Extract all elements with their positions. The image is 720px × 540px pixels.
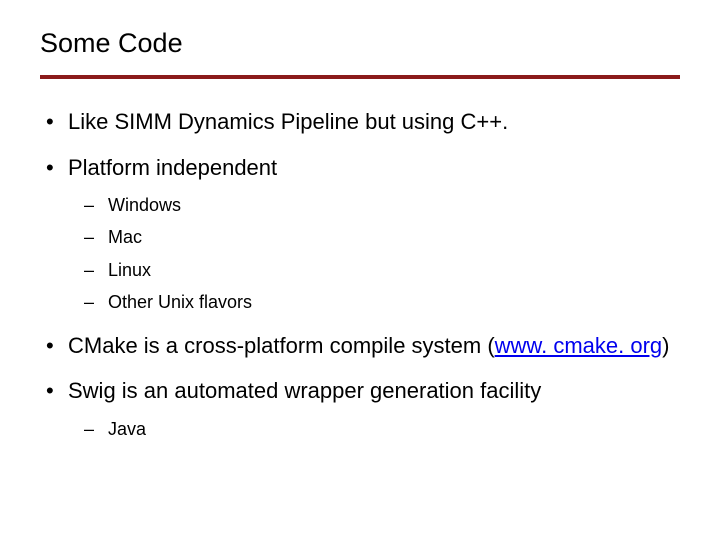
sub-bullet-item: Mac <box>68 224 680 250</box>
bullet-item: Swig is an automated wrapper generation … <box>40 376 680 442</box>
bullet-item: CMake is a cross-platform compile system… <box>40 331 680 361</box>
slide-title: Some Code <box>40 28 680 59</box>
bullet-item: Like SIMM Dynamics Pipeline but using C+… <box>40 107 680 137</box>
sub-bullet-list: Java <box>68 416 680 442</box>
cmake-link[interactable]: www. cmake. org <box>495 333 663 358</box>
sub-bullet-text: Other Unix flavors <box>108 292 252 312</box>
sub-bullet-text: Linux <box>108 260 151 280</box>
slide: Some Code Like SIMM Dynamics Pipeline bu… <box>0 0 720 540</box>
sub-bullet-item: Windows <box>68 192 680 218</box>
title-divider <box>40 75 680 79</box>
bullet-text-pre: CMake is a cross-platform compile system… <box>68 333 495 358</box>
bullet-text-post: ) <box>662 333 669 358</box>
sub-bullet-text: Windows <box>108 195 181 215</box>
bullet-list: Like SIMM Dynamics Pipeline but using C+… <box>40 107 680 442</box>
sub-bullet-item: Java <box>68 416 680 442</box>
bullet-text: Swig is an automated wrapper generation … <box>68 378 541 403</box>
bullet-item: Platform independent Windows Mac Linux O… <box>40 153 680 315</box>
bullet-text: Platform independent <box>68 155 277 180</box>
sub-bullet-text: Java <box>108 419 146 439</box>
sub-bullet-item: Other Unix flavors <box>68 289 680 315</box>
sub-bullet-list: Windows Mac Linux Other Unix flavors <box>68 192 680 314</box>
sub-bullet-text: Mac <box>108 227 142 247</box>
bullet-text: Like SIMM Dynamics Pipeline but using C+… <box>68 109 508 134</box>
sub-bullet-item: Linux <box>68 257 680 283</box>
